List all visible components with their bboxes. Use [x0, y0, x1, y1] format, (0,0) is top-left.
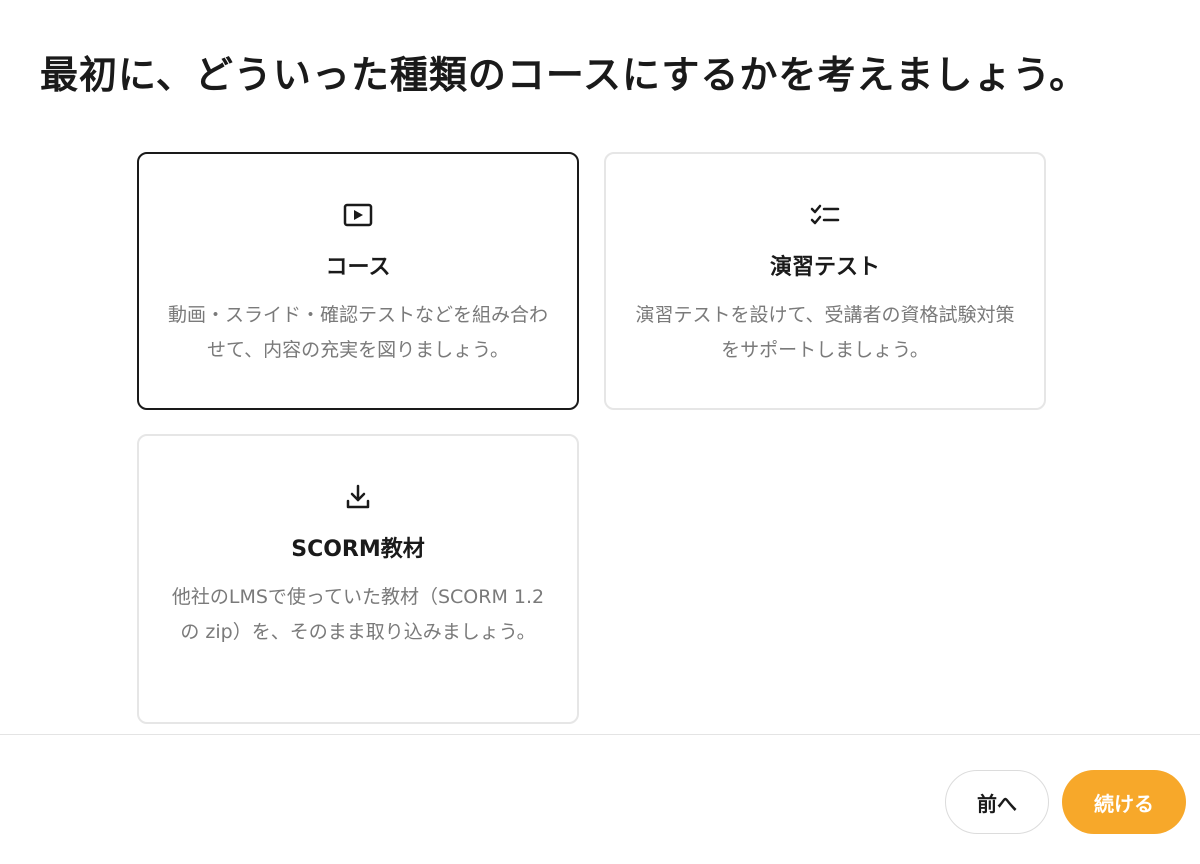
card-description: 他社のLMSで使っていた教材（SCORM 1.2 の zip）を、そのまま取り込… [171, 586, 545, 643]
download-icon [139, 484, 577, 510]
card-title: SCORM教材 [291, 537, 425, 562]
course-type-page: 最初に、どういった種類のコースにするかを考えましょう。 コース 動画・スライド・… [0, 0, 1200, 864]
checklist-icon [606, 202, 1044, 228]
continue-button[interactable]: 続ける [1062, 770, 1186, 834]
play-video-icon [139, 202, 577, 228]
card-description: 演習テストを設けて、受講者の資格試験対策をサポートしましょう。 [635, 304, 1015, 361]
course-type-card-course[interactable]: コース 動画・スライド・確認テストなどを組み合わせて、内容の充実を図りましょう。 [137, 152, 579, 410]
card-title: 演習テスト [769, 255, 880, 280]
course-type-card-scorm[interactable]: SCORM教材 他社のLMSで使っていた教材（SCORM 1.2 の zip）を… [137, 434, 579, 724]
card-description: 動画・スライド・確認テストなどを組み合わせて、内容の充実を図りましょう。 [167, 304, 548, 361]
page-title: 最初に、どういった種類のコースにするかを考えましょう。 [40, 53, 1089, 97]
card-title: コース [325, 255, 391, 280]
course-type-card-exercise-test[interactable]: 演習テスト 演習テストを設けて、受講者の資格試験対策をサポートしましょう。 [604, 152, 1046, 410]
prev-button[interactable]: 前へ [945, 770, 1049, 834]
footer-divider [0, 734, 1200, 735]
